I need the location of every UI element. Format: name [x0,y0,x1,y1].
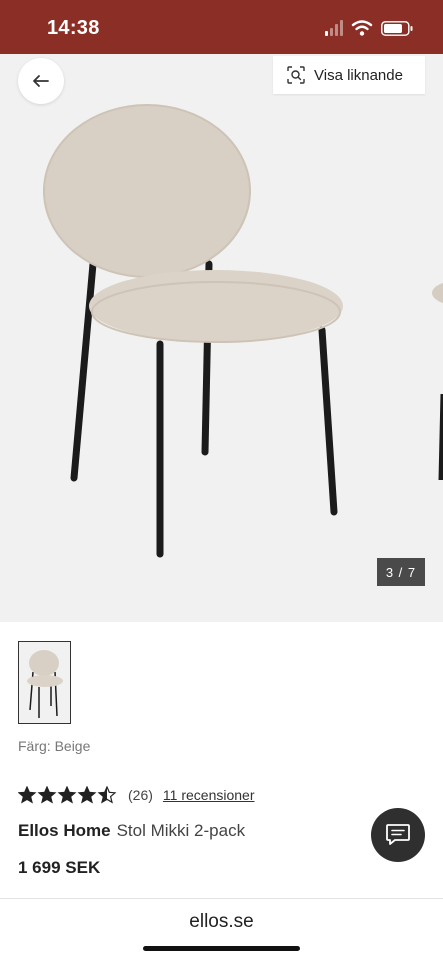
status-icons [325,20,413,36]
back-arrow-icon [33,75,49,87]
color-label: Färg: Beige [18,738,91,754]
wifi-icon [351,20,373,36]
browser-bottom-bar: ellos.se [0,898,443,961]
back-button[interactable] [18,58,64,104]
browser-url[interactable]: ellos.se [0,911,443,933]
star-icon [18,786,37,804]
second-chair-partial [432,282,443,481]
star-icon [57,786,77,804]
chat-icon [386,824,410,845]
chair-image [43,104,343,558]
product-image-gallery[interactable] [0,54,443,622]
status-time: 14:38 [47,17,100,39]
star-icon [97,786,117,804]
signal-icon [325,20,343,36]
thumbnail-chair-image [27,650,63,718]
visual-search-icon [287,66,305,84]
home-indicator[interactable] [143,946,300,951]
show-similar-label: Visa liknande [314,66,403,84]
rating-stars [18,786,117,804]
product-image [43,104,443,558]
reviews-link[interactable]: 11 recensioner [163,787,255,803]
thumbnail-selected[interactable] [18,641,71,724]
chat-button[interactable] [371,808,425,862]
rating-count: (26) [128,787,153,803]
product-title: Ellos Home Stol Mikki 2-pack [18,821,245,841]
status-bar: 14:38 [0,0,443,54]
show-similar-button[interactable]: Visa liknande [273,56,425,94]
rating-row: (26) 11 recensioner [18,785,254,805]
product-price: 1 699 SEK [18,858,101,877]
star-icon [37,786,57,804]
image-counter: 3 / 7 [377,558,425,586]
star-icon [77,786,97,804]
brand-name[interactable]: Ellos Home [18,821,111,840]
battery-icon [381,21,413,36]
product-name: Stol Mikki 2-pack [116,821,246,840]
